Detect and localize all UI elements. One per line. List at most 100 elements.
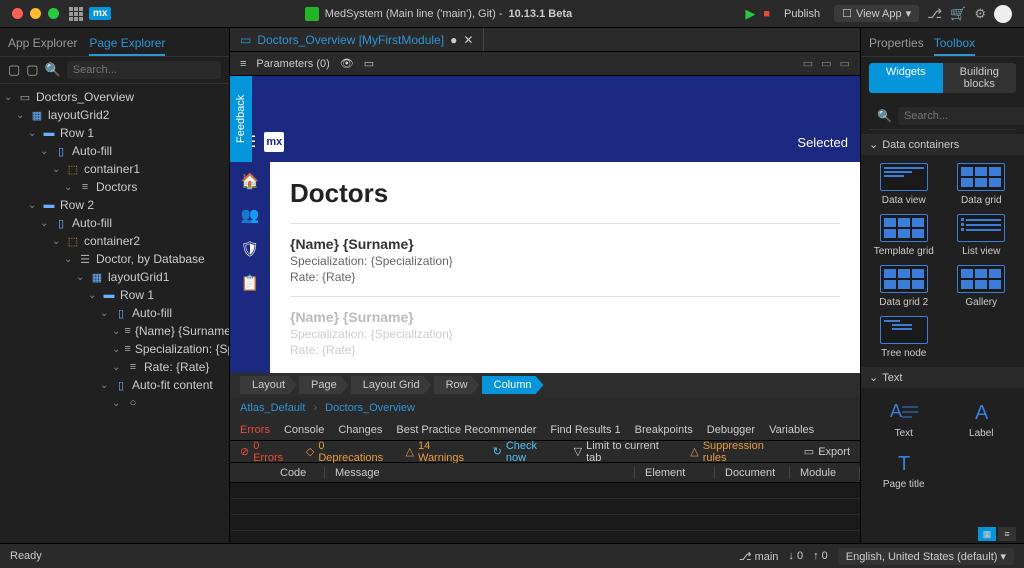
widget-gallery[interactable]: Gallery — [947, 265, 1017, 308]
tree-item[interactable]: ⌄≡Specialization: {Specializ — [0, 340, 229, 358]
deprecations-count[interactable]: ◇0 Deprecations — [306, 440, 392, 464]
settings-icon[interactable]: ⚙ — [974, 6, 986, 22]
view-app-button[interactable]: ☐View App▾ — [834, 5, 919, 22]
device-tablet-icon[interactable]: ▭ — [821, 57, 831, 70]
git-incoming[interactable]: ↓ 0 — [788, 550, 803, 562]
breadcrumb-item[interactable]: Layout — [240, 376, 297, 394]
design-canvas[interactable]: Feedback ☰ mx Selected 🏠 👥 🛡 📋 Doctors {… — [230, 76, 860, 373]
grid-view-icon[interactable]: ▦ — [978, 527, 996, 541]
explorer-search-input[interactable] — [67, 61, 221, 79]
widget-grid2[interactable]: Data grid 2 — [869, 265, 939, 308]
widget-label: List view — [962, 246, 1000, 257]
page-title[interactable]: Doctors — [290, 178, 840, 209]
export-button[interactable]: ▭Export — [804, 445, 850, 458]
tab-toolbox[interactable]: Toolbox — [934, 32, 975, 56]
widget-text[interactable]: AText — [869, 396, 939, 439]
layout-icon[interactable]: ▭ — [364, 57, 374, 70]
widget-label[interactable]: ALabel — [947, 396, 1017, 439]
tab-properties[interactable]: Properties — [869, 32, 924, 56]
calendar-icon[interactable]: 📋 — [241, 274, 260, 292]
expand-icon[interactable]: ▢ — [8, 62, 20, 78]
pill-building-blocks[interactable]: Building blocks — [943, 63, 1017, 93]
branch-icon[interactable]: ⎇ — [927, 6, 942, 22]
errors-count[interactable]: ⊘0 Errors — [240, 440, 292, 464]
check-now-button[interactable]: ↻Check now — [493, 440, 560, 464]
bottom-tab[interactable]: Best Practice Recommender — [396, 424, 536, 436]
tab-app-explorer[interactable]: App Explorer — [8, 32, 77, 56]
close-tab-icon[interactable]: ✕ — [463, 33, 473, 47]
stop-icon[interactable]: ■ — [763, 8, 770, 20]
language-selector[interactable]: English, United States (default) ▾ — [838, 548, 1014, 565]
statusbar: Ready ⎇ main ↓ 0 ↑ 0 English, United Sta… — [0, 543, 1024, 568]
apps-icon[interactable] — [69, 7, 83, 21]
layout-ref-link[interactable]: Atlas_Default — [240, 402, 305, 414]
text-icon: ≡ — [124, 324, 130, 338]
feedback-tab[interactable]: Feedback — [230, 76, 252, 162]
visibility-icon[interactable]: 👁 — [340, 57, 354, 70]
breadcrumb-item[interactable]: Layout Grid — [351, 376, 432, 394]
tree-item[interactable]: ⌄▯Auto-fit content — [0, 376, 229, 394]
breadcrumb-item[interactable]: Page — [299, 376, 349, 394]
cart-icon[interactable]: 🛒 — [950, 6, 966, 22]
toolbox-search-input[interactable] — [898, 107, 1024, 125]
shield-icon[interactable]: 🛡 — [240, 240, 259, 258]
pill-widgets[interactable]: Widgets — [869, 63, 943, 93]
minimize-window-icon[interactable] — [30, 8, 41, 19]
bottom-tab[interactable]: Breakpoints — [635, 424, 693, 436]
widget-list[interactable]: List view — [947, 214, 1017, 257]
users-icon[interactable]: 👥 — [241, 206, 260, 224]
breadcrumb-item[interactable]: Column — [482, 376, 544, 394]
list-item[interactable]: {Name} {Surname}Specialization: {Special… — [290, 296, 840, 369]
close-window-icon[interactable] — [12, 8, 23, 19]
tree-item[interactable]: ⌄≡Rate: {Rate} — [0, 358, 229, 376]
toolbox-section-header[interactable]: ⌄ Text — [861, 367, 1024, 388]
widget-view[interactable]: Data view — [869, 163, 939, 206]
limit-tab-button[interactable]: ▽Limit to current tab — [574, 440, 677, 464]
device-phone-icon[interactable]: ▭ — [840, 57, 850, 70]
avatar[interactable] — [994, 5, 1012, 23]
tree-item[interactable]: ⌄▯Auto-fill — [0, 214, 229, 232]
collapse-icon[interactable]: ▢ — [26, 62, 38, 78]
widget-grid[interactable]: Data grid — [947, 163, 1017, 206]
toolbox-section-header[interactable]: ⌄ Data containers — [861, 134, 1024, 155]
tree-item[interactable]: ⌄▬Row 2 — [0, 196, 229, 214]
bottom-tab[interactable]: Find Results 1 — [550, 424, 620, 436]
bottom-tab[interactable]: Variables — [769, 424, 814, 436]
list-item[interactable]: {Name} {Surname}Specialization: {Special… — [290, 223, 840, 296]
widget-tree[interactable]: Tree node — [869, 316, 939, 359]
tree-item[interactable]: ⌄▭Doctors_Overview — [0, 88, 229, 106]
maximize-window-icon[interactable] — [48, 8, 59, 19]
bottom-tab[interactable]: Errors — [240, 424, 270, 436]
tree-item[interactable]: ⌄▯Auto-fill — [0, 304, 229, 322]
doc-tab-doctors-overview[interactable]: ▭ Doctors_Overview [MyFirstModule] ● ✕ — [230, 28, 484, 51]
tree-item[interactable]: ⌄☰Doctor, by Database — [0, 250, 229, 268]
device-desktop-icon[interactable]: ▭ — [803, 57, 813, 70]
bottom-tab[interactable]: Debugger — [707, 424, 755, 436]
git-branch[interactable]: ⎇ main — [739, 550, 779, 563]
home-icon[interactable]: 🏠 — [241, 172, 260, 190]
bottom-tab[interactable]: Console — [284, 424, 324, 436]
widget-ptitle[interactable]: TPage title — [869, 447, 939, 490]
bottom-tab[interactable]: Changes — [338, 424, 382, 436]
tree-item[interactable]: ⌄▦layoutGrid1 — [0, 268, 229, 286]
tree-item[interactable]: ⌄⬚container2 — [0, 232, 229, 250]
tab-page-explorer[interactable]: Page Explorer — [89, 32, 165, 56]
page-ref-link[interactable]: Doctors_Overview — [325, 402, 415, 414]
tree-item[interactable]: ⌄≡Doctors — [0, 178, 229, 196]
warnings-count[interactable]: △14 Warnings — [406, 440, 479, 464]
run-icon[interactable]: ▶ — [745, 6, 755, 22]
parameters-label[interactable]: Parameters (0) — [256, 58, 329, 70]
tree-item[interactable]: ⌄▬Row 1 — [0, 286, 229, 304]
tree-item[interactable]: ⌄▯Auto-fill — [0, 142, 229, 160]
tree-item[interactable]: ⌄○ — [0, 394, 229, 412]
tree-item[interactable]: ⌄≡{Name} {Surname} — [0, 322, 229, 340]
tree-item[interactable]: ⌄▬Row 1 — [0, 124, 229, 142]
tree-item[interactable]: ⌄▦layoutGrid2 — [0, 106, 229, 124]
suppression-button[interactable]: △Suppression rules — [690, 440, 790, 464]
publish-button[interactable]: Publish — [778, 6, 826, 22]
tree-item[interactable]: ⌄⬚container1 — [0, 160, 229, 178]
widget-tgrid[interactable]: Template grid — [869, 214, 939, 257]
breadcrumb-item[interactable]: Row — [434, 376, 480, 394]
git-outgoing[interactable]: ↑ 0 — [813, 550, 828, 562]
list-view-icon[interactable]: ≡ — [998, 527, 1016, 541]
